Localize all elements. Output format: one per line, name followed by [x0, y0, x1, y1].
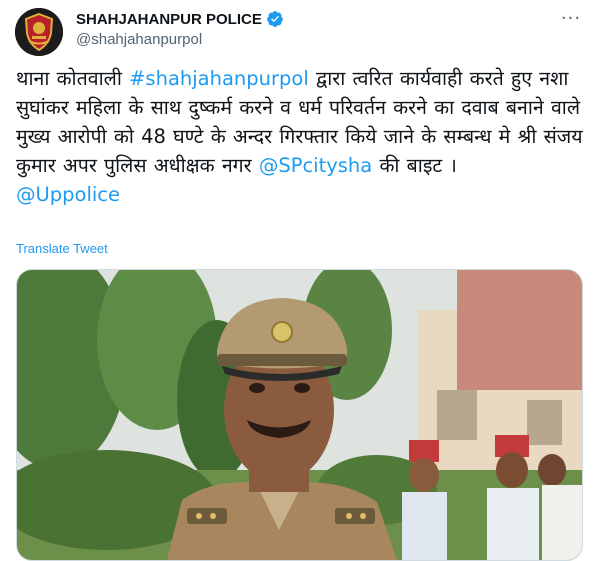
- tweet-text-segment: की बाइट ।: [372, 154, 457, 177]
- mention-link[interactable]: @SPcitysha: [259, 154, 372, 177]
- avatar[interactable]: [15, 8, 63, 56]
- tweet-text-segment: थाना कोतवाली: [16, 67, 130, 90]
- verified-badge-icon: [266, 11, 283, 27]
- tweet-text: थाना कोतवाली #shahjahanpurpol द्वारा त्व…: [16, 64, 586, 209]
- police-emblem-icon: [15, 8, 63, 56]
- display-name[interactable]: SHAHJAHANPUR POLICE: [76, 11, 262, 28]
- account-handle[interactable]: @shahjahanpurpol: [76, 31, 202, 48]
- video-frame-image: [17, 270, 582, 560]
- hashtag-link[interactable]: #shahjahanpurpol: [129, 67, 309, 90]
- tweet-video[interactable]: [16, 269, 583, 561]
- mention-link[interactable]: @Uppolice: [16, 183, 120, 206]
- translate-tweet-link[interactable]: Translate Tweet: [16, 241, 108, 256]
- more-options-icon[interactable]: ···: [559, 10, 583, 34]
